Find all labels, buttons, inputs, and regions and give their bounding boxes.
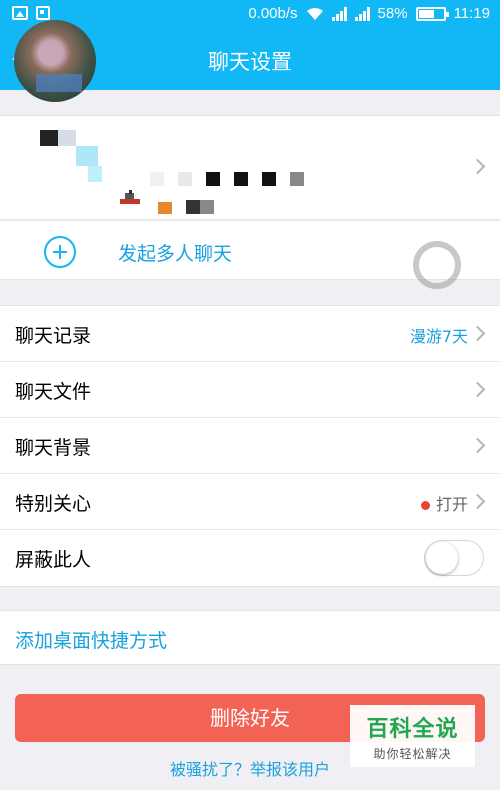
watermark-subtitle: 助你轻松解决: [373, 747, 452, 761]
image-icon: [12, 6, 28, 20]
floating-assistive-button[interactable]: [413, 241, 461, 289]
chat-background-row[interactable]: 聊天背景: [0, 418, 500, 474]
signal-icon: [354, 6, 370, 21]
add-desktop-shortcut-row[interactable]: 添加桌面快捷方式: [0, 610, 500, 665]
row-value: 漫游7天: [409, 327, 468, 346]
watermark-logo: 百科全说 助你轻松解决: [350, 705, 475, 767]
plus-circle-icon: [44, 236, 76, 268]
chevron-right-icon: [469, 325, 486, 342]
row-label: 聊天记录: [15, 325, 92, 347]
battery-icon: [415, 6, 449, 21]
chevron-right-icon: [469, 493, 486, 510]
block-user-row: 屏蔽此人: [0, 530, 500, 586]
row-label: 屏蔽此人: [15, 549, 92, 571]
start-group-chat-label: 发起多人聊天: [118, 243, 233, 265]
row-label: 聊天文件: [15, 381, 92, 403]
settings-list: 聊天记录 漫游7天 聊天文件 聊天背景 特别关心 打开 屏蔽此人: [0, 305, 500, 587]
chat-history-row[interactable]: 聊天记录 漫游7天: [0, 306, 500, 362]
row-label: 聊天背景: [15, 437, 92, 459]
wifi-icon: [306, 7, 323, 20]
red-dot-icon: [420, 501, 430, 510]
qr-icon: [36, 6, 50, 20]
chevron-right-icon: [469, 381, 486, 398]
redacted-badge: [158, 200, 218, 214]
clock: 11:19: [453, 5, 490, 22]
special-care-row[interactable]: 特别关心 打开: [0, 474, 500, 530]
watermark-title: 百科全说: [366, 717, 459, 742]
chat-files-row[interactable]: 聊天文件: [0, 362, 500, 418]
signal-icon: [331, 6, 347, 21]
boat-icon: [120, 190, 140, 204]
row-label: 特别关心: [15, 493, 92, 515]
redacted-name: [150, 172, 304, 186]
block-user-toggle[interactable]: [424, 540, 484, 576]
network-speed: 0.00b/s: [248, 5, 298, 22]
battery-percent: 58%: [377, 5, 408, 22]
add-desktop-shortcut-label: 添加桌面快捷方式: [15, 630, 168, 652]
chevron-right-icon: [469, 437, 486, 454]
special-care-status: 打开: [435, 495, 468, 514]
row-value: 打开: [420, 491, 468, 515]
mosaic-redaction: [40, 130, 102, 182]
avatar: [14, 20, 96, 102]
